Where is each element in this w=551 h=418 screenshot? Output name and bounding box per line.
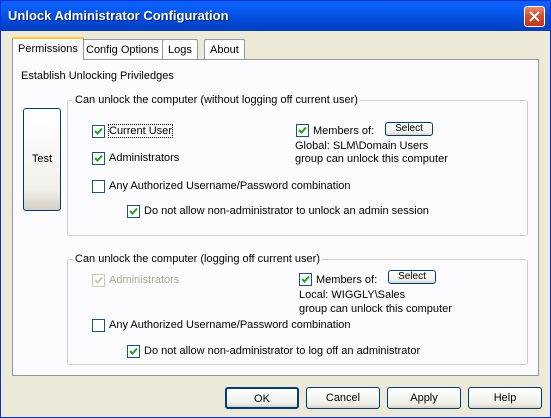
any-authorized-logoff-checkbox[interactable]: [92, 319, 105, 332]
group1-title: Can unlock the computer (without logging…: [73, 94, 360, 106]
any-authorized-checkbox[interactable]: [92, 180, 105, 193]
administrators-logoff-label: Administrators: [109, 274, 180, 286]
group2-title: Can unlock the computer (logging off cur…: [73, 253, 322, 265]
tab-permissions[interactable]: Permissions: [12, 37, 84, 60]
any-authorized-logoff-label[interactable]: Any Authorized Username/Password combina…: [109, 319, 351, 331]
current-user-label[interactable]: Current User: [108, 124, 173, 138]
tab-label: Config Options: [86, 44, 159, 56]
select-button[interactable]: Select: [385, 122, 433, 136]
check-icon: [94, 154, 103, 162]
administrators-logoff-checkbox[interactable]: [92, 274, 105, 287]
apply-button[interactable]: Apply: [387, 387, 461, 409]
test-button[interactable]: Test: [23, 108, 61, 211]
administrators-label[interactable]: Administrators: [109, 152, 179, 164]
check-icon: [129, 347, 138, 355]
tab-label: About: [210, 44, 239, 56]
tab-label: Logs: [168, 44, 192, 56]
select-logoff-button[interactable]: Select: [388, 270, 436, 284]
button-label: Select: [395, 123, 423, 134]
window-title: Unlock Administrator Configuration: [8, 8, 229, 23]
no-non-admin-logoff-label[interactable]: Do not allow non-administrator to log of…: [144, 345, 420, 357]
dialog-window: Unlock Administrator Configuration Permi…: [0, 0, 551, 418]
no-non-admin-logoff-checkbox[interactable]: [127, 345, 140, 358]
check-icon: [298, 126, 307, 134]
cancel-button[interactable]: Cancel: [306, 387, 380, 409]
check-icon: [301, 275, 310, 283]
check-icon: [94, 276, 103, 284]
members-of-logoff-checkbox[interactable]: [299, 273, 312, 286]
help-button[interactable]: Help: [468, 387, 542, 409]
tab-logs[interactable]: Logs: [162, 39, 198, 60]
button-label: Cancel: [325, 392, 361, 404]
any-authorized-label[interactable]: Any Authorized Username/Password combina…: [109, 180, 351, 192]
no-non-admin-unlock-checkbox[interactable]: [127, 205, 140, 218]
ok-button[interactable]: OK: [225, 387, 299, 409]
tab-label: Permissions: [18, 43, 78, 55]
tab-config-options[interactable]: Config Options: [80, 39, 165, 60]
button-label: OK: [254, 393, 270, 405]
check-icon: [129, 207, 138, 215]
check-icon: [94, 127, 103, 135]
administrators-checkbox[interactable]: [92, 152, 105, 165]
current-user-checkbox[interactable]: [92, 125, 105, 138]
group-info-line2: group can unlock this computer: [295, 153, 448, 165]
button-label: Test: [31, 153, 53, 165]
button-label: Apply: [410, 392, 438, 404]
members-of-label[interactable]: Members of:: [313, 125, 374, 137]
permissions-panel: Establish Unlocking Priviledges Test Can…: [12, 59, 539, 376]
no-non-admin-unlock-label[interactable]: Do not allow non-administrator to unlock…: [144, 205, 429, 217]
group-info-line1: Global: SLM\Domain Users: [295, 140, 429, 152]
tab-about[interactable]: About: [204, 39, 245, 60]
group2-info-line1: Local: WIGGLY\Sales: [299, 289, 406, 301]
title-bar[interactable]: Unlock Administrator Configuration: [1, 1, 550, 31]
button-label: Select: [398, 271, 426, 282]
group2-info-line2: group can unlock this computer: [299, 303, 452, 315]
members-of-checkbox[interactable]: [296, 124, 309, 137]
section-label: Establish Unlocking Priviledges: [21, 70, 174, 82]
button-label: Help: [493, 392, 517, 404]
members-of-logoff-label[interactable]: Members of:: [316, 274, 377, 286]
close-button[interactable]: [524, 6, 545, 27]
